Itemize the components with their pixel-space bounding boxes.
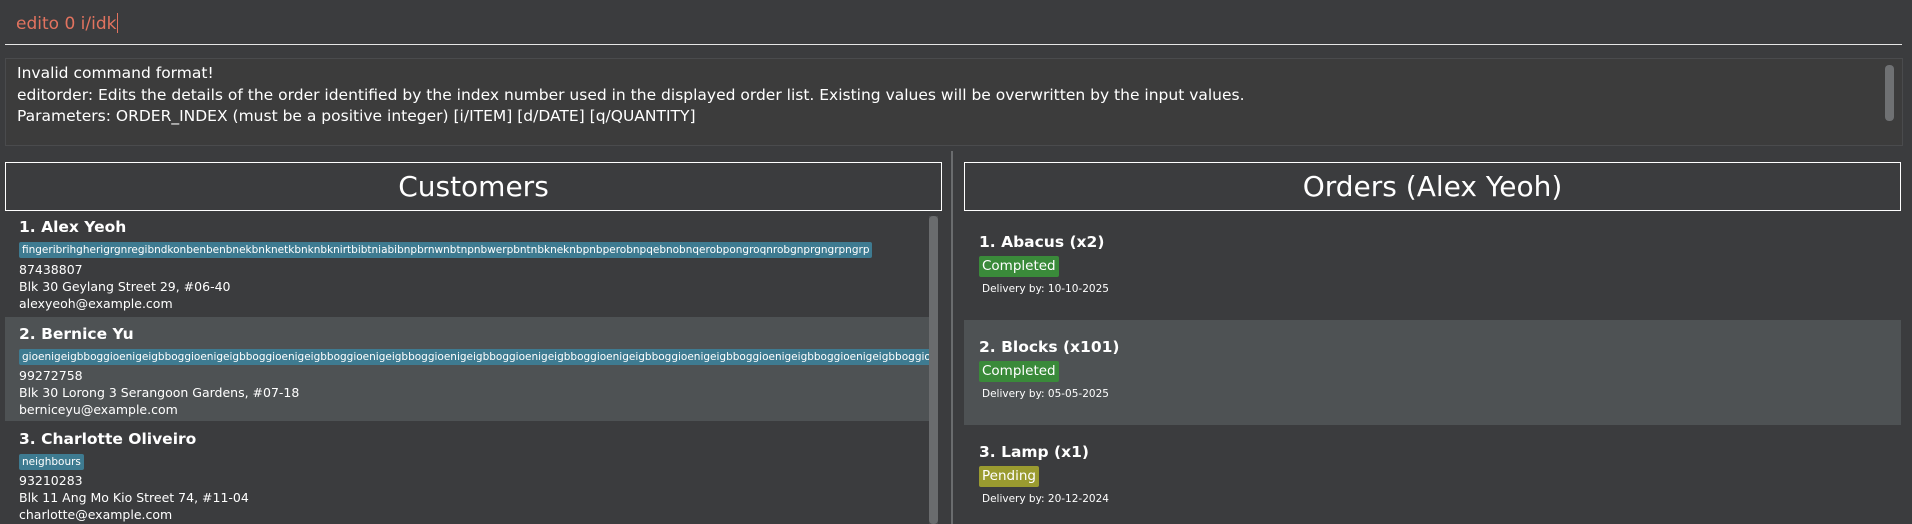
result-display: Invalid command format! editorder: Edits… [5,58,1903,146]
order-delivery-date: Delivery by: 20-12-2024 [982,493,1109,505]
order-list: 1. Abacus (x2) Completed Delivery by: 10… [964,216,1901,524]
command-input-text: edito 0 i/idk [16,14,117,34]
customer-list: 1. Alex Yeoh fingeribrihgherigrgnregibnd… [5,216,929,524]
customer-email: berniceyu@example.com [19,402,178,417]
result-line-usage: editorder: Edits the details of the orde… [17,86,1245,104]
customer-tag: fingeribrihgherigrgnregibndkonbenbenbnek… [19,242,873,258]
order-card[interactable]: 3. Lamp (x1) Pending Delivery by: 20-12-… [964,425,1901,524]
customer-name: 1. Alex Yeoh [19,218,127,236]
split-pane-divider[interactable] [951,151,953,524]
customer-tag: neighbours [19,454,84,470]
customer-list-scrollbar[interactable] [929,216,938,524]
customer-list-scroll-thumb[interactable] [929,216,938,524]
order-delivery-date: Delivery by: 05-05-2025 [982,388,1109,400]
customer-phone: 99272758 [19,368,83,383]
customer-email: charlotte@example.com [19,507,173,522]
order-status-badge: Completed [979,361,1059,382]
result-scrollbar[interactable] [1885,65,1894,121]
result-line-parameters: Parameters: ORDER_INDEX (must be a posit… [17,107,696,125]
customer-address: Blk 30 Lorong 3 Serangoon Gardens, #07-1… [19,385,300,400]
order-status-badge: Completed [979,256,1059,277]
customer-phone: 93210283 [19,473,83,488]
customer-tag: gioenigeigbboggioenigeigbboggioenigeigbb… [19,349,929,365]
customer-card[interactable]: 1. Alex Yeoh fingeribrihgherigrgnregibnd… [5,216,929,315]
customer-address: Blk 11 Ang Mo Kio Street 74, #11-04 [19,490,249,505]
result-line-error: Invalid command format! [17,64,214,82]
order-name: 2. Blocks (x101) [979,338,1120,356]
customer-email: alexyeoh@example.com [19,296,173,311]
order-name: 3. Lamp (x1) [979,443,1089,461]
order-card[interactable]: 1. Abacus (x2) Completed Delivery by: 10… [964,216,1901,320]
customers-panel-title: Customers [5,162,942,211]
customer-card[interactable]: 2. Bernice Yu gioenigeigbboggioenigeigbb… [5,317,929,421]
order-status-badge: Pending [979,466,1039,487]
order-delivery-date: Delivery by: 10-10-2025 [982,283,1109,295]
command-input[interactable]: edito 0 i/idk [16,13,119,34]
order-name: 1. Abacus (x2) [979,233,1105,251]
customer-phone: 87438807 [19,262,83,277]
customer-card[interactable]: 3. Charlotte Oliveiro neighbours 9321028… [5,422,929,524]
customer-address: Blk 30 Geylang Street 29, #06-40 [19,279,231,294]
order-card[interactable]: 2. Blocks (x101) Completed Delivery by: … [964,320,1901,425]
customer-name: 3. Charlotte Oliveiro [19,430,197,448]
customer-name: 2. Bernice Yu [19,325,134,343]
text-caret [117,13,119,33]
orders-panel-title: Orders (Alex Yeoh) [964,162,1901,211]
command-input-box[interactable]: edito 0 i/idk [5,0,1902,45]
